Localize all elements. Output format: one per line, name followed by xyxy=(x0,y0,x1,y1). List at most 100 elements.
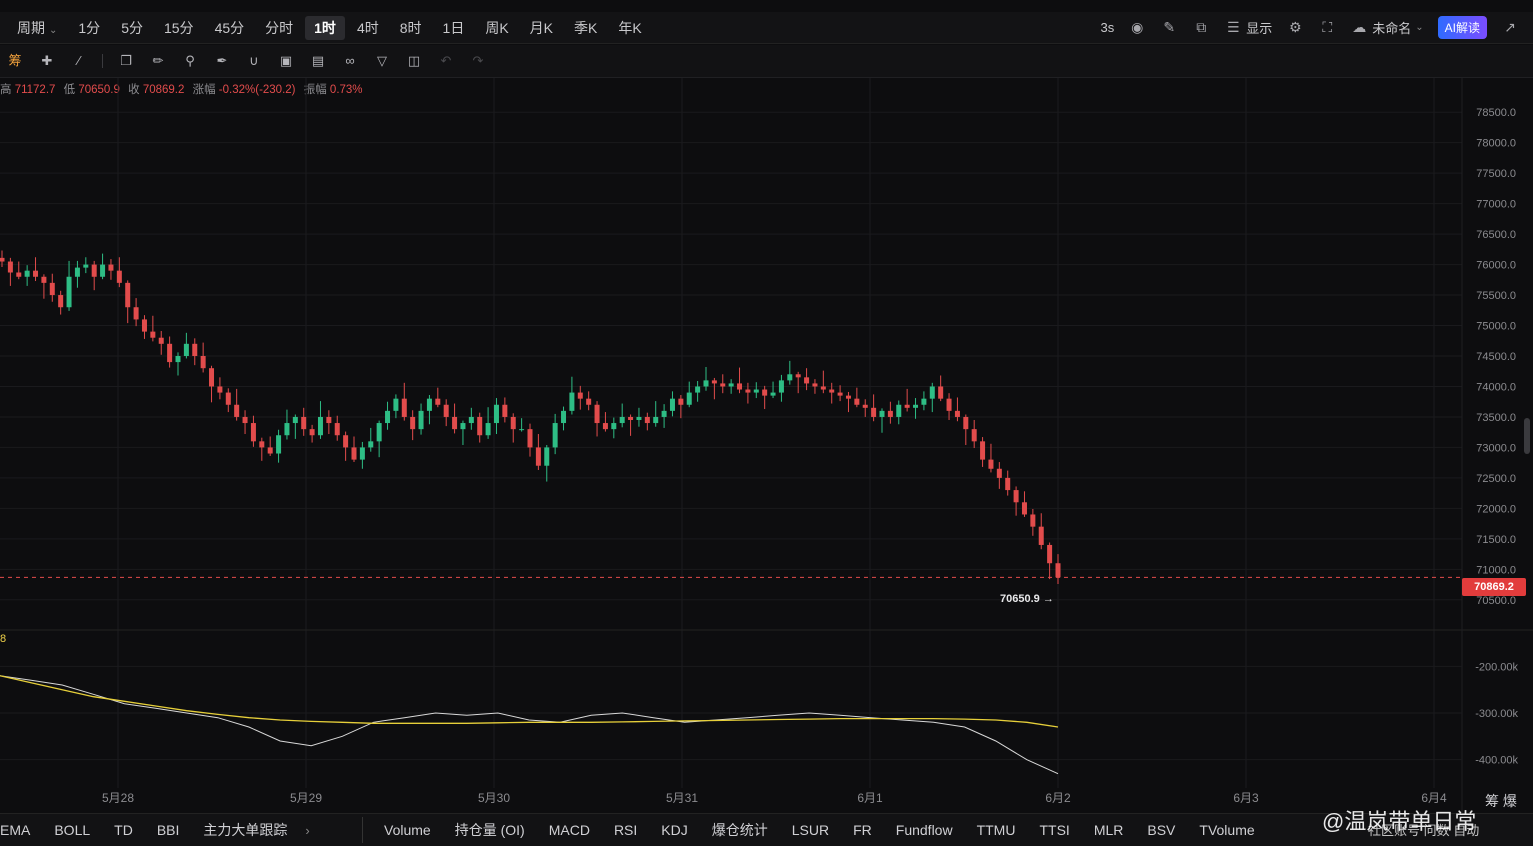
timeframe-tab[interactable]: 月K xyxy=(521,16,562,40)
filter-icon[interactable]: ▽ xyxy=(373,52,391,70)
display-button[interactable]: ☰ 显示 xyxy=(1224,18,1272,37)
timeframe-tab[interactable]: 周K xyxy=(476,16,517,40)
candle-body xyxy=(762,389,768,396)
trend-icon[interactable]: ↗ xyxy=(1501,19,1519,36)
fullscreen-icon[interactable]: ⛶ xyxy=(1318,19,1336,36)
candle-body xyxy=(602,423,608,430)
timeframe-tab[interactable]: 分时 xyxy=(256,16,302,40)
price-axis-label: 77000.0 xyxy=(1476,199,1516,211)
candle-body xyxy=(91,264,97,277)
trendline-icon[interactable]: ∕ xyxy=(70,52,88,70)
timeframe-tab[interactable]: 4时 xyxy=(348,16,388,40)
candle-body xyxy=(644,416,650,424)
timeframe-tab[interactable]: 1分 xyxy=(69,16,109,40)
timeframe-tab[interactable]: 周期 ⌄ xyxy=(8,16,66,40)
candle-body xyxy=(862,404,868,408)
candle-body xyxy=(946,398,952,411)
price-axis-label: 74000.0 xyxy=(1476,381,1516,393)
candle-body xyxy=(334,423,340,436)
candle-body xyxy=(326,416,332,424)
candle-body xyxy=(619,416,625,424)
candle-body xyxy=(343,435,349,448)
pencil-icon[interactable]: ✎ xyxy=(1160,19,1178,36)
template-icon[interactable]: ▤ xyxy=(309,52,327,70)
ai-interpret-button[interactable]: AI解读 xyxy=(1437,16,1487,39)
trash-icon[interactable]: ◫ xyxy=(405,52,423,70)
sub-indicator-item[interactable]: TVolume xyxy=(1187,820,1266,840)
layout-selector[interactable]: ☁ 未命名 ⌄ xyxy=(1350,18,1423,37)
lock-icon[interactable]: ▣ xyxy=(277,52,295,70)
sub-indicator-item[interactable]: LSUR xyxy=(780,820,841,840)
price-axis-label: 71500.0 xyxy=(1476,534,1516,546)
timeframe-tab[interactable]: 5分 xyxy=(112,16,152,40)
chevron-right-icon[interactable]: › xyxy=(299,823,315,838)
undo-icon[interactable]: ↶ xyxy=(437,52,455,70)
redo-icon[interactable]: ↷ xyxy=(469,52,487,70)
candle-body xyxy=(577,392,583,399)
refresh-interval[interactable]: 3s xyxy=(1101,20,1115,35)
price-axis-label: 78500.0 xyxy=(1476,107,1516,119)
ruler-icon[interactable]: ✏ xyxy=(149,52,167,70)
main-indicator-item[interactable]: TD xyxy=(102,820,145,840)
candle-body xyxy=(653,416,659,424)
candle-body xyxy=(829,389,835,393)
candle-body xyxy=(217,386,223,393)
sub-indicator-item[interactable]: KDJ xyxy=(649,820,699,840)
candle-body xyxy=(544,447,550,466)
timeframe-tab[interactable]: 1日 xyxy=(434,16,474,40)
candle-body xyxy=(636,416,642,420)
sub-indicator-item[interactable]: Fundflow xyxy=(884,820,965,840)
camera-icon[interactable]: ◉ xyxy=(1128,19,1146,36)
sub-indicator-item[interactable]: MLR xyxy=(1082,820,1136,840)
candle-body xyxy=(519,429,525,431)
settings-icon[interactable]: ⚙ xyxy=(1286,19,1304,36)
zoom-icon[interactable]: ⚲ xyxy=(181,52,199,70)
main-indicator-item[interactable]: BOLL xyxy=(42,820,102,840)
copy-icon[interactable]: ❐ xyxy=(117,52,135,70)
timeframe-tab[interactable]: 1时 xyxy=(305,16,345,40)
timeframe-tab[interactable]: 45分 xyxy=(206,16,254,40)
candle-body xyxy=(385,410,391,424)
candle-body xyxy=(175,356,181,363)
sub-indicator-item[interactable]: 爆仓统计 xyxy=(700,820,780,840)
candle-body xyxy=(183,343,189,356)
scrollbar-handle[interactable] xyxy=(1524,418,1530,454)
chip-distribution-icon[interactable]: 筹 xyxy=(6,52,24,70)
sub-indicator-item[interactable]: TTMU xyxy=(965,820,1028,840)
main-indicator-item[interactable]: BBI xyxy=(145,820,192,840)
cloud-icon: ☁ xyxy=(1352,19,1367,35)
candle-body xyxy=(535,447,541,466)
timeframe-tab[interactable]: 8时 xyxy=(391,16,431,40)
price-chart[interactable]: 78500.0 78000.0 77500.0 77000.0 76500.0 76000… xyxy=(0,78,1533,813)
candle-body xyxy=(284,423,290,436)
candle-body xyxy=(904,404,910,408)
candle-body xyxy=(929,386,935,399)
timeframe-tab[interactable]: 季K xyxy=(565,16,606,40)
sub-indicator-item[interactable]: MACD xyxy=(537,820,602,840)
candle-body xyxy=(988,459,994,469)
candle-body xyxy=(1047,544,1053,564)
candle-body xyxy=(879,410,885,417)
brush-icon[interactable]: ✒ xyxy=(213,52,231,70)
topbar-right: 3s ◉ ✎ ⧉ ☰ 显示 ⚙ ⛶ ☁ 未命名 ⌄ AI解读 ↗ xyxy=(1101,16,1520,39)
magnet-icon[interactable]: ∪ xyxy=(245,52,263,70)
sub-indicator-item[interactable]: Volume xyxy=(372,820,443,840)
candle-body xyxy=(887,410,893,417)
corner-chip-buttons[interactable]: 筹 爆 xyxy=(1485,791,1517,811)
sub-indicator-item[interactable]: 持仓量 (OI) xyxy=(443,820,537,840)
sub-indicator-item[interactable]: RSI xyxy=(602,820,649,840)
main-indicator-item[interactable]: 主力大单跟踪 xyxy=(191,820,299,840)
sub-indicator-item[interactable]: BSV xyxy=(1135,820,1187,840)
link-icon[interactable]: ∞ xyxy=(341,52,359,70)
sub-indicator-item[interactable]: TTSI xyxy=(1027,820,1081,840)
timeframe-tab[interactable]: 年K xyxy=(609,16,650,40)
candle-body xyxy=(628,416,634,420)
timeframe-tab[interactable]: 15分 xyxy=(155,16,203,40)
main-indicator-item[interactable]: EMA xyxy=(0,820,42,840)
sub-indicator-item[interactable]: FR xyxy=(841,820,884,840)
candle-body xyxy=(527,429,533,448)
crosshair-icon[interactable]: ✚ xyxy=(38,52,56,70)
candle-body xyxy=(74,267,80,277)
candle-body xyxy=(0,257,5,262)
popout-icon[interactable]: ⧉ xyxy=(1192,19,1210,36)
